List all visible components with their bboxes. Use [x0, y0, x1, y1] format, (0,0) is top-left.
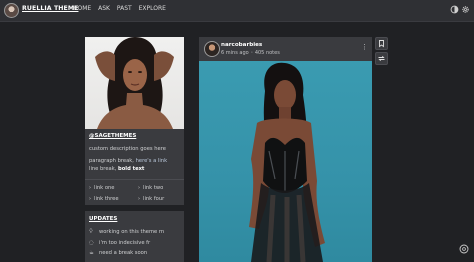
nav-explore[interactable]: EXPLORE [139, 5, 166, 12]
coffee-icon: ☕︎ [89, 250, 94, 256]
post-card: narcobarbies 6 mins ago ◦ 405 notes ⋮ [199, 37, 372, 262]
update-text: working on this theme rn [99, 229, 165, 235]
chevron-right-icon: › [89, 196, 91, 202]
post-meta[interactable]: 6 mins ago ◦ 405 notes [221, 50, 280, 56]
updates-title: UPDATES [89, 216, 118, 222]
update-text: need a break soon [99, 250, 148, 256]
post-author-avatar[interactable] [204, 41, 220, 57]
reblog-icon [378, 55, 385, 62]
line-break-text: line break, [89, 166, 117, 172]
link-label: link three [94, 196, 119, 202]
link-label: link one [94, 185, 115, 191]
sidebar-link-two[interactable]: › link two [138, 185, 163, 191]
sidebar-description: custom description goes here [89, 146, 166, 152]
sidebar: @SAGETHEMES custom description goes here… [85, 37, 184, 262]
sidebar-handle[interactable]: @SAGETHEMES [89, 133, 136, 139]
chevron-right-icon: › [89, 185, 91, 191]
post-username[interactable]: narcobarbies [221, 42, 262, 48]
sidebar-link-four[interactable]: › link four [138, 196, 164, 202]
post-photo[interactable] [199, 61, 372, 262]
sidebar-portrait-image [85, 37, 184, 129]
lightbulb-icon: 💡︎ [89, 229, 93, 235]
nav-home[interactable]: HOME [73, 5, 91, 12]
link-label: link two [143, 185, 164, 191]
sidebar-paragraph-line: paragraph break, here's a link [89, 158, 167, 164]
blog-title[interactable]: RUELLIA THEME [22, 5, 78, 12]
link-label: link four [143, 196, 165, 202]
sidebar-link-three[interactable]: › link three [89, 196, 119, 202]
sidebar-inline-link[interactable]: here's a link [136, 158, 167, 164]
sidebar-linebreak-line: line break, bold text [89, 166, 144, 172]
sidebar-divider [85, 179, 184, 180]
scroll-to-top-icon[interactable] [459, 244, 469, 254]
more-options-icon[interactable]: ⋮ [361, 43, 368, 51]
sidebar-link-one[interactable]: › link one [89, 185, 114, 191]
nav-ask[interactable]: ASK [98, 5, 110, 12]
bold-text: bold text [118, 166, 145, 172]
update-text: i'm too indecisive fr [99, 240, 151, 246]
top-bar: RUELLIA THEME HOME ASK PAST EXPLORE [0, 0, 474, 22]
update-item: ☕︎ need a break soon [89, 250, 147, 256]
update-item: ◌ i'm too indecisive fr [89, 240, 150, 246]
update-item: 💡︎ working on this theme rn [89, 229, 164, 236]
reblog-button[interactable] [375, 52, 388, 65]
paragraph-break-text: paragraph break, [89, 158, 134, 164]
contrast-icon[interactable] [450, 5, 459, 14]
blog-avatar[interactable] [4, 3, 19, 18]
top-nav: HOME ASK PAST EXPLORE [73, 5, 171, 12]
nav-past[interactable]: PAST [117, 5, 132, 12]
chevron-right-icon: › [138, 185, 140, 191]
chat-bubble-icon: ◌ [89, 240, 94, 246]
bookmark-icon [379, 40, 384, 48]
bookmark-button[interactable] [375, 37, 388, 50]
sidebar-gap [85, 205, 184, 211]
chevron-right-icon: › [138, 196, 140, 202]
settings-icon[interactable] [461, 5, 470, 14]
post-header: narcobarbies 6 mins ago ◦ 405 notes ⋮ [199, 37, 372, 61]
